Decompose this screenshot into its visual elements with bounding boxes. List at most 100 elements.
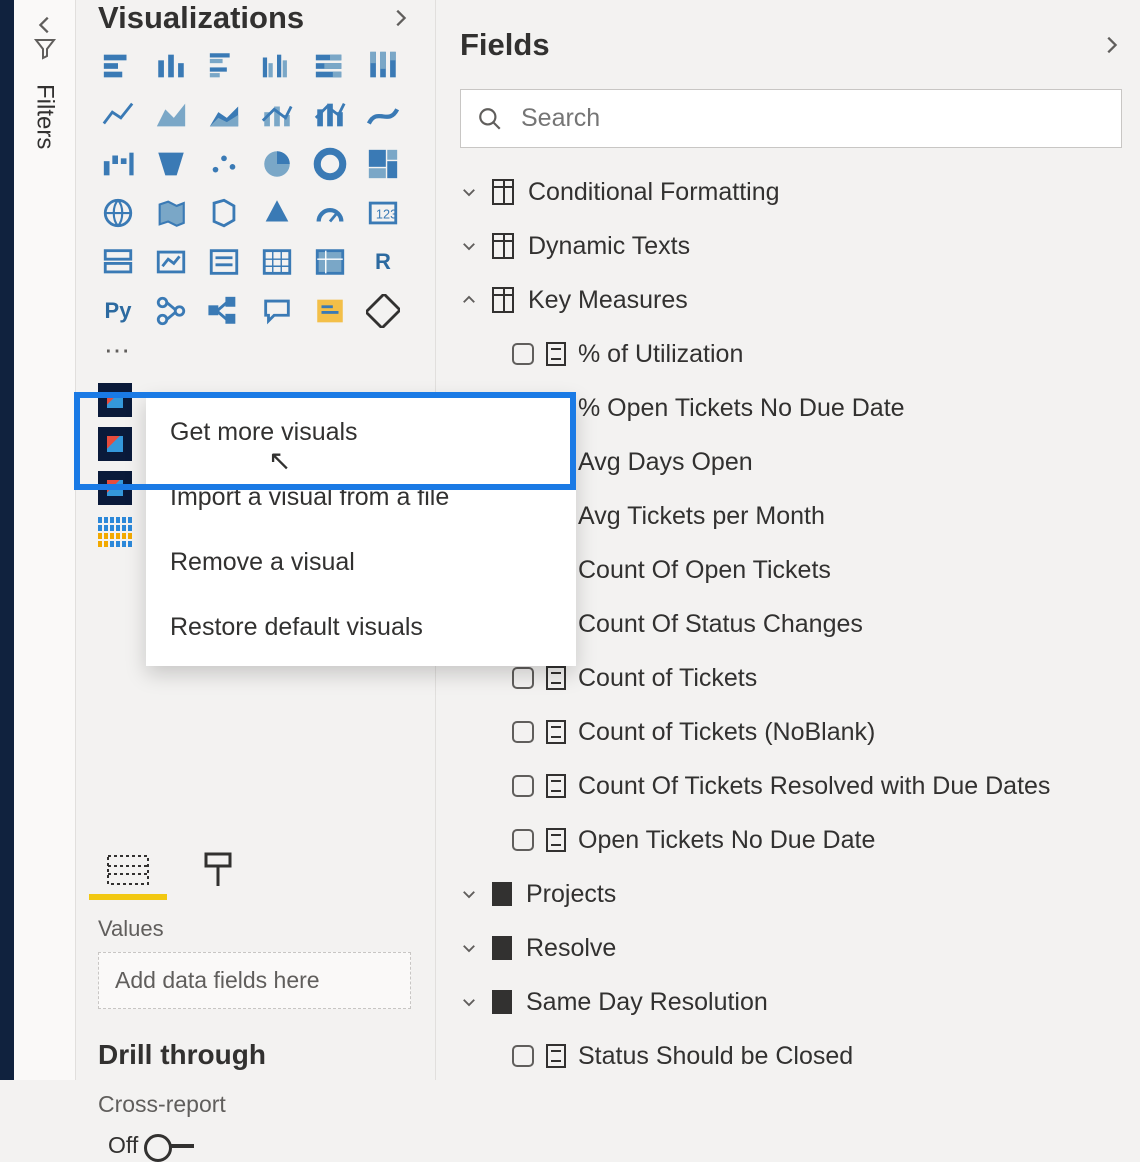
field-row[interactable]: Count of Tickets (NoBlank) xyxy=(460,708,1122,756)
field-label: Count of Tickets xyxy=(578,664,757,693)
chevron-down-icon xyxy=(460,183,478,201)
table-icon xyxy=(492,233,514,259)
custom-visual-icon[interactable] xyxy=(98,383,132,417)
field-label: Count of Tickets (NoBlank) xyxy=(578,718,875,747)
folder-icon xyxy=(492,882,512,906)
field-checkbox[interactable] xyxy=(512,1045,534,1067)
matrix-icon[interactable] xyxy=(310,242,350,282)
kpi-icon[interactable] xyxy=(151,242,191,282)
field-label: Open Tickets No Due Date xyxy=(578,826,875,855)
table-label: Projects xyxy=(526,880,616,909)
values-drop-area[interactable]: Add data fields here xyxy=(98,952,411,1009)
map-icon[interactable] xyxy=(98,193,138,233)
more-visuals-ellipsis[interactable]: ⋯ xyxy=(98,331,411,374)
treemap-icon[interactable] xyxy=(363,144,403,184)
menu-get-more-visuals[interactable]: Get more visuals xyxy=(146,400,576,465)
fields-search[interactable] xyxy=(460,89,1122,148)
funnel-chart-icon[interactable] xyxy=(151,144,191,184)
field-checkbox[interactable] xyxy=(512,775,534,797)
slicer-icon[interactable] xyxy=(204,242,244,282)
table-label: Resolve xyxy=(526,934,616,963)
card-icon[interactable]: 123 xyxy=(363,193,403,233)
multi-row-card-icon[interactable] xyxy=(98,242,138,282)
stacked-area-chart-icon[interactable] xyxy=(204,95,244,135)
filled-map-icon[interactable] xyxy=(151,193,191,233)
table-label: Key Measures xyxy=(528,286,688,315)
qa-visual-icon[interactable] xyxy=(257,291,297,331)
scatter-chart-icon[interactable] xyxy=(204,144,244,184)
table-icon xyxy=(492,179,514,205)
custom-visual-grid-icon[interactable] xyxy=(98,517,132,547)
field-label: Count Of Status Changes xyxy=(578,610,863,639)
donut-chart-icon[interactable] xyxy=(310,144,350,184)
field-label: Status Should be Closed xyxy=(578,1042,853,1071)
field-label: Avg Tickets per Month xyxy=(578,502,825,531)
menu-remove-visual[interactable]: Remove a visual xyxy=(146,530,576,595)
visualizations-pane: Visualizations 123 xyxy=(76,0,436,1080)
fields-search-input[interactable] xyxy=(519,103,1105,134)
smart-narrative-icon[interactable] xyxy=(310,291,350,331)
custom-visual-icon[interactable] xyxy=(98,471,132,505)
python-visual-icon[interactable]: Py xyxy=(98,291,138,331)
stacked-bar-chart-icon[interactable] xyxy=(98,46,138,86)
app-left-accent xyxy=(0,0,14,1080)
field-label: Count Of Tickets Resolved with Due Dates xyxy=(578,772,1050,801)
measure-icon xyxy=(546,1044,566,1068)
pie-chart-icon[interactable] xyxy=(257,144,297,184)
table-row[interactable]: Key Measures xyxy=(460,276,1122,324)
field-checkbox[interactable] xyxy=(512,343,534,365)
field-checkbox[interactable] xyxy=(512,721,534,743)
chevron-down-icon xyxy=(460,237,478,255)
chevron-right-icon[interactable] xyxy=(1100,34,1122,56)
hundred-percent-column-icon[interactable] xyxy=(363,46,403,86)
decomposition-tree-icon[interactable] xyxy=(204,291,244,331)
format-tab[interactable] xyxy=(190,850,250,900)
table-row[interactable]: Same Day Resolution xyxy=(460,978,1122,1026)
gauge-icon[interactable] xyxy=(310,193,350,233)
line-chart-icon[interactable] xyxy=(98,95,138,135)
chevron-down-icon xyxy=(460,885,478,903)
stacked-column-chart-icon[interactable] xyxy=(151,46,191,86)
chevron-right-icon[interactable] xyxy=(389,7,411,29)
ribbon-chart-icon[interactable] xyxy=(363,95,403,135)
field-row[interactable]: % of Utilization xyxy=(460,330,1122,378)
visualization-gallery: 123 R Py xyxy=(98,46,411,331)
waterfall-chart-icon[interactable] xyxy=(98,144,138,184)
table-row[interactable]: Dynamic Texts xyxy=(460,222,1122,270)
svg-text:123: 123 xyxy=(376,207,397,222)
table-row[interactable]: Conditional Formatting xyxy=(460,168,1122,216)
field-row[interactable]: Status Should be Closed xyxy=(460,1032,1122,1080)
cross-report-toggle[interactable] xyxy=(146,1144,194,1148)
menu-import-visual-file[interactable]: Import a visual from a file xyxy=(146,465,576,530)
field-row[interactable]: Open Tickets No Due Date xyxy=(460,816,1122,864)
custom-visual-icon[interactable] xyxy=(98,427,132,461)
line-stacked-column-icon[interactable] xyxy=(310,95,350,135)
table-row[interactable]: Resolve xyxy=(460,924,1122,972)
measure-icon xyxy=(546,666,566,690)
area-chart-icon[interactable] xyxy=(151,95,191,135)
fields-tab[interactable] xyxy=(98,850,158,900)
field-checkbox[interactable] xyxy=(512,667,534,689)
values-label: Values xyxy=(98,916,411,942)
cross-report-label: Cross-report xyxy=(98,1091,411,1118)
filters-pane-label: Filters xyxy=(31,84,59,149)
shape-map-icon[interactable] xyxy=(204,193,244,233)
field-row[interactable]: Count Of Tickets Resolved with Due Dates xyxy=(460,762,1122,810)
measure-icon xyxy=(546,774,566,798)
menu-restore-default[interactable]: Restore default visuals xyxy=(146,595,576,660)
hundred-percent-bar-icon[interactable] xyxy=(310,46,350,86)
r-visual-icon[interactable]: R xyxy=(363,242,403,282)
field-checkbox[interactable] xyxy=(512,829,534,851)
visuals-context-menu: Get more visuals ↖ Import a visual from … xyxy=(146,394,576,666)
paginated-report-icon[interactable] xyxy=(363,291,403,331)
clustered-column-chart-icon[interactable] xyxy=(257,46,297,86)
table-icon[interactable] xyxy=(257,242,297,282)
filters-pane-collapsed[interactable]: Filters xyxy=(14,0,76,1080)
table-label: Conditional Formatting xyxy=(528,178,780,207)
key-influencers-icon[interactable] xyxy=(151,291,191,331)
line-clustered-column-icon[interactable] xyxy=(257,95,297,135)
azure-map-icon[interactable] xyxy=(257,193,297,233)
table-row[interactable]: Projects xyxy=(460,870,1122,918)
field-label: Avg Days Open xyxy=(578,448,753,477)
clustered-bar-chart-icon[interactable] xyxy=(204,46,244,86)
